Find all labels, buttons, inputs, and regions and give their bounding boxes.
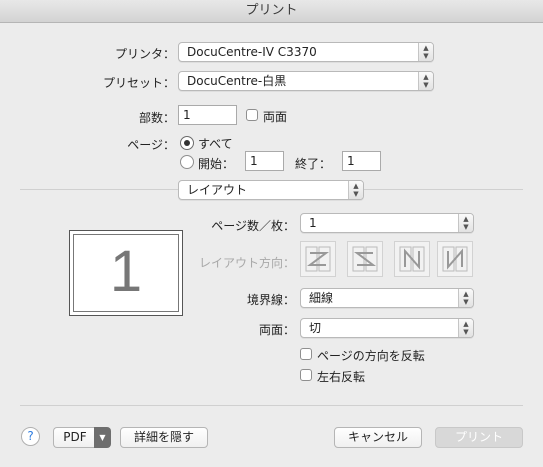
border-value: 細線 bbox=[309, 291, 334, 305]
pages-from-label: 開始： bbox=[198, 157, 235, 171]
border-popup[interactable]: 細線 ▲ ▼ bbox=[300, 288, 474, 308]
copies-field[interactable]: 1 bbox=[178, 105, 237, 125]
two-sided-label: 両面： bbox=[258, 323, 295, 337]
duplex-checkbox[interactable] bbox=[246, 109, 258, 121]
duplex-label: 両面 bbox=[263, 110, 288, 124]
reverse-orientation-checkbox[interactable] bbox=[300, 348, 312, 360]
chevron-updown-icon: ▲ ▼ bbox=[458, 319, 473, 337]
pages-to-field[interactable]: 1 bbox=[342, 151, 381, 171]
preset-label: プリセット： bbox=[102, 76, 175, 90]
pdf-button[interactable]: PDF bbox=[53, 427, 96, 448]
cancel-button[interactable]: キャンセル bbox=[334, 427, 422, 448]
layout-direction-label: レイアウト方向： bbox=[198, 256, 295, 270]
flip-horizontal-checkbox[interactable] bbox=[300, 369, 312, 381]
chevron-updown-icon: ▲ ▼ bbox=[418, 43, 433, 61]
pages-all-radio[interactable] bbox=[180, 136, 194, 150]
preview-page-number: 1 bbox=[73, 234, 179, 312]
chevron-updown-icon: ▲ ▼ bbox=[418, 72, 433, 90]
direction-reverse-z-icon bbox=[352, 246, 378, 272]
printer-label: プリンタ： bbox=[114, 47, 175, 61]
layout-direction-z-button[interactable] bbox=[300, 241, 336, 277]
chevron-updown-icon: ▲ ▼ bbox=[458, 214, 473, 232]
print-button[interactable]: プリント bbox=[435, 427, 523, 448]
pages-per-sheet-label: ページ数／枚： bbox=[211, 219, 295, 233]
pages-per-sheet-popup[interactable]: 1 ▲ ▼ bbox=[300, 213, 474, 233]
flip-horizontal-label: 左右反転 bbox=[317, 370, 366, 384]
preset-popup[interactable]: DocuCentre-白黒 ▲ ▼ bbox=[178, 71, 434, 91]
section-value: レイアウト bbox=[187, 183, 248, 197]
hide-details-button[interactable]: 詳細を隠す bbox=[120, 427, 208, 448]
pages-per-sheet-value: 1 bbox=[309, 216, 317, 230]
section-popup[interactable]: レイアウト ▲ ▼ bbox=[178, 180, 364, 200]
direction-z-icon bbox=[305, 246, 331, 272]
chevron-updown-icon: ▲ ▼ bbox=[348, 181, 363, 199]
chevron-updown-icon: ▲ ▼ bbox=[458, 289, 473, 307]
window-title: プリント bbox=[0, 0, 543, 23]
direction-reverse-n-icon bbox=[442, 246, 468, 272]
pages-label: ページ： bbox=[127, 138, 175, 152]
border-label: 境界線： bbox=[246, 293, 295, 307]
pages-range-radio[interactable] bbox=[180, 155, 194, 169]
chevron-down-icon[interactable]: ▼ bbox=[94, 427, 111, 448]
layout-direction-rz-button[interactable] bbox=[347, 241, 383, 277]
layout-direction-rn-button[interactable] bbox=[437, 241, 473, 277]
printer-popup[interactable]: DocuCentre-IV C3370 ▲ ▼ bbox=[178, 42, 434, 62]
two-sided-value: 切 bbox=[309, 321, 322, 335]
pages-to-label: 終了： bbox=[295, 157, 332, 171]
two-sided-popup[interactable]: 切 ▲ ▼ bbox=[300, 318, 474, 338]
preset-value: DocuCentre-白黒 bbox=[187, 74, 287, 88]
page-preview: 1 bbox=[69, 230, 183, 316]
pages-from-field[interactable]: 1 bbox=[245, 151, 284, 171]
copies-label: 部数： bbox=[138, 111, 175, 125]
reverse-orientation-label: ページの方向を反転 bbox=[317, 349, 425, 363]
direction-n-icon bbox=[399, 246, 425, 272]
pages-all-label: すべて bbox=[198, 137, 233, 151]
printer-value: DocuCentre-IV C3370 bbox=[187, 45, 317, 59]
layout-direction-n-button[interactable] bbox=[394, 241, 430, 277]
footer-divider bbox=[20, 405, 523, 406]
help-button[interactable]: ? bbox=[21, 427, 40, 446]
